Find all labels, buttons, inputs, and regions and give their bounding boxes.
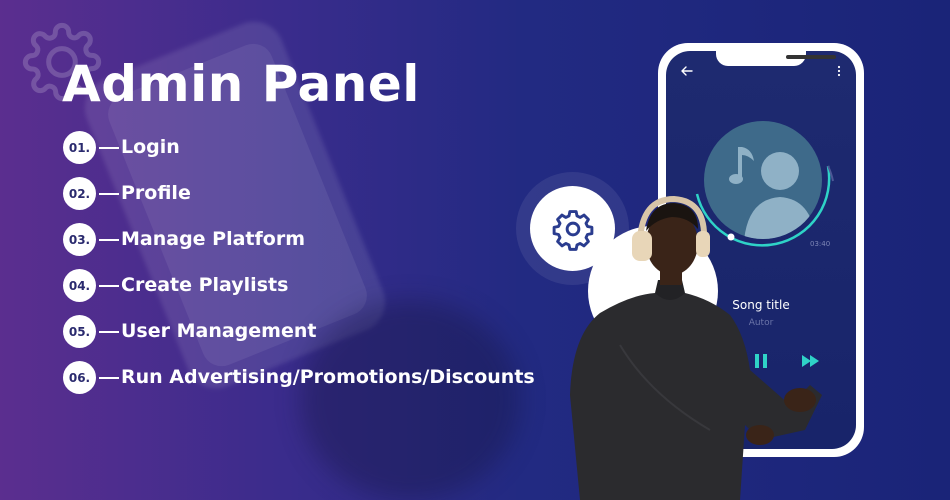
more-vertical-icon[interactable]	[836, 64, 842, 78]
item-dash	[99, 239, 119, 241]
list-item-profile: 02. Profile	[63, 177, 533, 223]
item-label: Profile	[121, 182, 191, 204]
item-number-badge: 06.	[63, 361, 96, 394]
item-label: User Management	[121, 320, 317, 342]
item-number-badge: 01.	[63, 131, 96, 164]
item-dash	[99, 377, 119, 379]
item-number-badge: 05.	[63, 315, 96, 348]
item-number-badge: 03.	[63, 223, 96, 256]
item-number-badge: 04.	[63, 269, 96, 302]
list-item-user-management: 05. User Management	[63, 315, 533, 361]
item-number-badge: 02.	[63, 177, 96, 210]
item-label: Manage Platform	[121, 228, 306, 250]
music-note-icon	[729, 147, 754, 184]
back-arrow-icon[interactable]	[680, 64, 694, 78]
page-title: Admin Panel	[62, 55, 420, 113]
item-label: Login	[121, 136, 180, 158]
admin-panel-banner: Admin Panel 01. Login 02. Profile 03. Ma…	[0, 0, 950, 500]
item-dash	[99, 331, 119, 333]
list-item-create-playlists: 04. Create Playlists	[63, 269, 533, 315]
item-dash	[99, 147, 119, 149]
list-item-login: 01. Login	[63, 131, 533, 177]
item-label: Create Playlists	[121, 274, 289, 296]
item-dash	[99, 193, 119, 195]
item-dash	[99, 285, 119, 287]
person-with-headphones	[570, 195, 822, 500]
list-item-manage-platform: 03. Manage Platform	[63, 223, 533, 269]
feature-list: 01. Login 02. Profile 03. Manage Platfor…	[63, 131, 535, 407]
list-item-run-advertising: 06. Run Advertising/Promotions/Discounts	[63, 361, 535, 407]
item-label: Run Advertising/Promotions/Discounts	[121, 366, 535, 388]
phone-notch	[716, 51, 836, 66]
phone-speaker	[786, 55, 836, 59]
